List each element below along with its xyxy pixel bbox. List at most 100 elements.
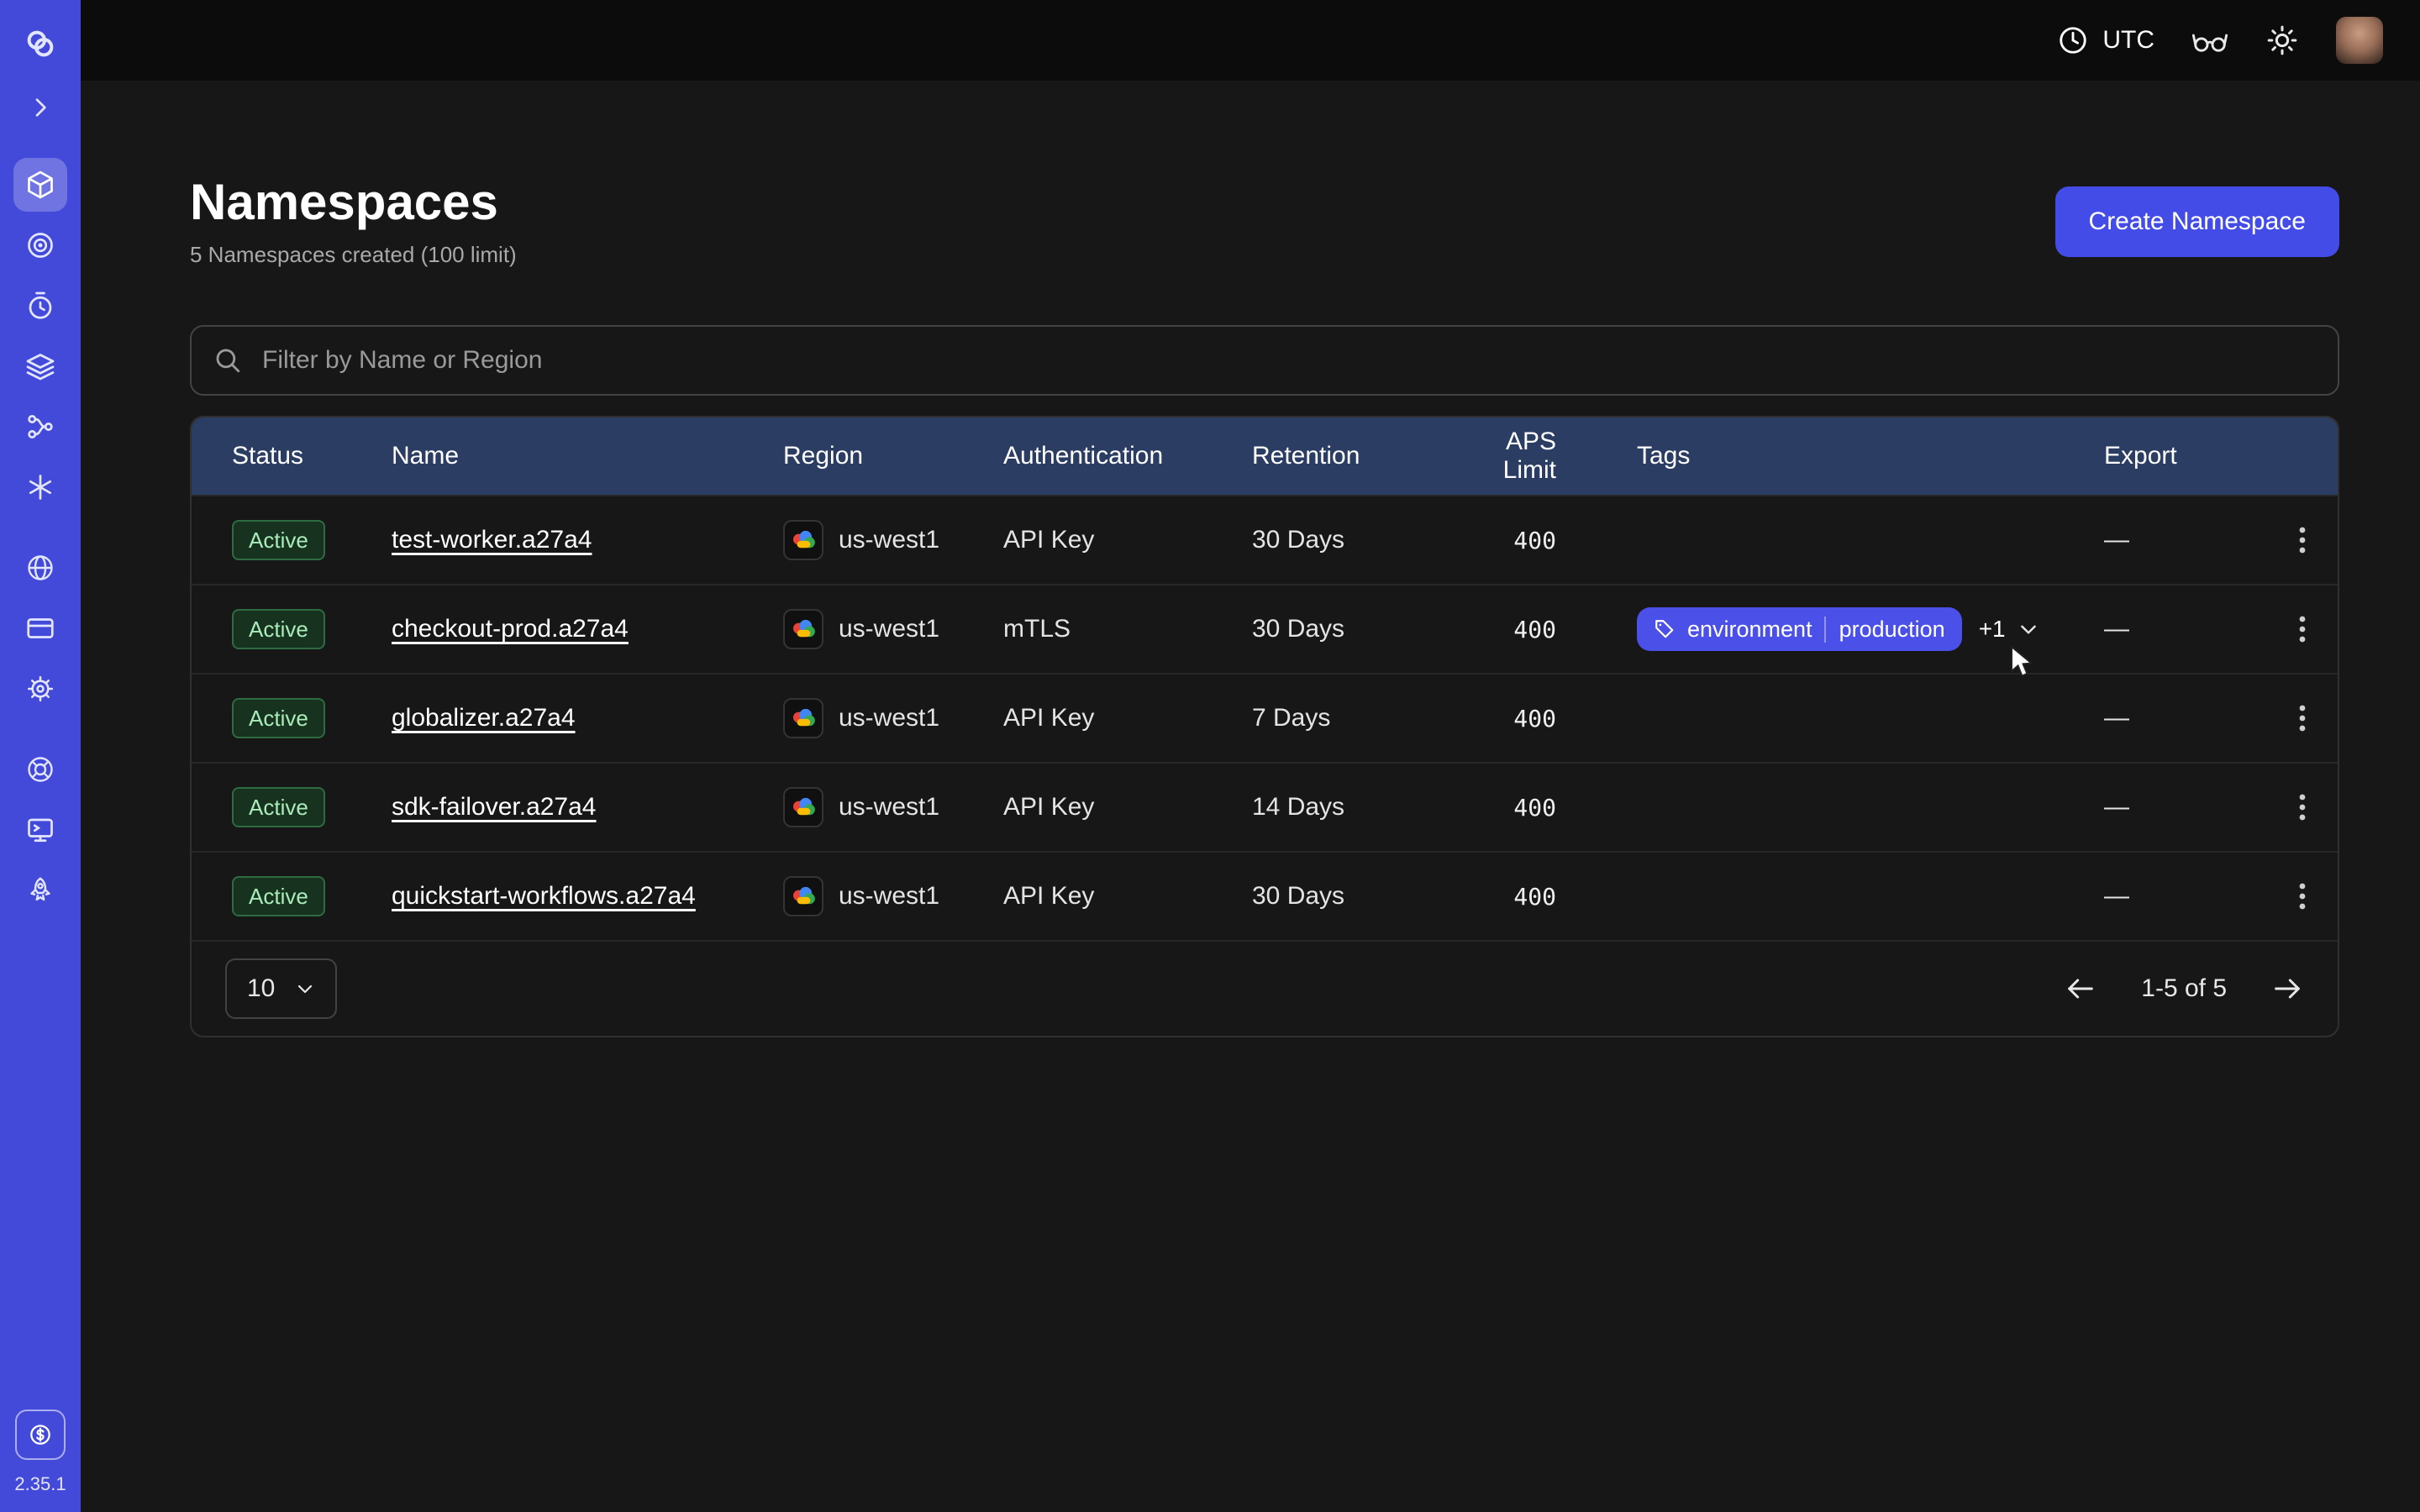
kebab-icon (2299, 527, 2306, 554)
table-row: Active quickstart-workflows.a27a4 us-wes… (192, 851, 2338, 940)
tag-chip[interactable]: environment production (1637, 607, 1962, 651)
tags-expand-button[interactable] (2018, 618, 2039, 640)
avatar[interactable] (2336, 17, 2383, 64)
gcp-icon (783, 520, 823, 560)
header-export: Export (2084, 442, 2267, 470)
topbar: UTC (81, 0, 2420, 81)
theme-toggle[interactable] (2265, 24, 2299, 57)
timezone-selector[interactable]: UTC (2057, 24, 2154, 56)
timer-icon (25, 291, 55, 321)
header-status: Status (192, 442, 392, 470)
gcp-icon (783, 787, 823, 827)
tag-icon (1654, 618, 1676, 640)
arrow-right-icon (2270, 972, 2304, 1005)
sidebar-item-settings[interactable] (13, 662, 67, 716)
namespaces-table: Status Name Region Authentication Retent… (190, 416, 2339, 1037)
gear-icon (25, 674, 55, 704)
sidebar-item-namespaces[interactable] (13, 158, 67, 212)
region-label: us-west1 (839, 615, 939, 643)
gcp-icon (783, 609, 823, 649)
status-badge: Active (232, 787, 325, 828)
search-input[interactable] (259, 344, 2316, 376)
tag-value: production (1824, 617, 1945, 643)
usage-dollar-icon (27, 1420, 54, 1449)
sidebar-item-nexus[interactable] (13, 218, 67, 272)
credit-card-icon (25, 613, 55, 643)
auth-label: mTLS (1003, 615, 1252, 643)
app-root: 2.35.1 UTC Namespaces 5 (0, 0, 2420, 1512)
region-label: us-west1 (839, 793, 939, 822)
row-menu-button[interactable] (2292, 520, 2312, 560)
status-badge: Active (232, 520, 325, 561)
page-size-value: 10 (247, 974, 275, 1003)
page-title: Namespaces (190, 175, 517, 230)
namespace-link[interactable]: globalizer.a27a4 (392, 704, 576, 732)
timezone-label: UTC (2102, 26, 2154, 55)
monitor-icon (25, 815, 55, 845)
sidebar-item-schedules[interactable] (13, 279, 67, 333)
table-row: Active checkout-prod.a27a4 us-west1 mTLS… (192, 584, 2338, 673)
table-row: Active globalizer.a27a4 us-west1 API Key… (192, 673, 2338, 762)
sidebar-item-docs[interactable] (13, 803, 67, 857)
export-value: — (2084, 704, 2267, 732)
namespace-link[interactable]: quickstart-workflows.a27a4 (392, 882, 696, 910)
retention-label: 14 Days (1252, 793, 1449, 822)
sidebar-item-regions[interactable] (13, 541, 67, 595)
table-footer: 10 1-5 of 5 (192, 940, 2338, 1036)
sidebar-item-batch-operations[interactable] (13, 460, 67, 514)
bullseye-icon (25, 230, 55, 260)
asterisk-icon (25, 472, 55, 502)
gcp-icon (783, 876, 823, 916)
aps-limit-value: 400 (1449, 705, 1580, 732)
header-region: Region (783, 442, 1003, 470)
retention-label: 7 Days (1252, 704, 1449, 732)
auth-label: API Key (1003, 793, 1252, 822)
tag-more-count[interactable]: +1 (1979, 616, 2006, 643)
table-row: Active test-worker.a27a4 us-west1 API Ke… (192, 495, 2338, 584)
create-namespace-button[interactable]: Create Namespace (2055, 186, 2339, 257)
tag-key: environment (1687, 617, 1812, 643)
sun-icon (2265, 24, 2299, 57)
labs-toggle[interactable] (2191, 25, 2228, 55)
status-badge: Active (232, 876, 325, 917)
namespace-link[interactable]: test-worker.a27a4 (392, 526, 592, 554)
arrow-left-icon (2064, 972, 2097, 1005)
sidebar-item-workflows[interactable] (13, 400, 67, 454)
chevron-down-icon (295, 979, 315, 999)
row-menu-button[interactable] (2292, 876, 2312, 916)
prev-page-button[interactable] (2064, 972, 2097, 1005)
table-header-row: Status Name Region Authentication Retent… (192, 417, 2338, 495)
status-badge: Active (232, 698, 325, 739)
region-label: us-west1 (839, 526, 939, 554)
row-menu-button[interactable] (2292, 698, 2312, 738)
temporal-logo[interactable] (13, 17, 67, 71)
row-menu-button[interactable] (2292, 787, 2312, 827)
sidebar-collapse-button[interactable] (13, 81, 67, 134)
version-label: 2.35.1 (14, 1473, 66, 1495)
sidebar-nav-help (13, 743, 67, 917)
page-size-select[interactable]: 10 (225, 958, 337, 1019)
namespace-link[interactable]: sdk-failover.a27a4 (392, 793, 597, 821)
auth-label: API Key (1003, 526, 1252, 554)
export-value: — (2084, 615, 2267, 643)
search-icon (213, 346, 242, 375)
sidebar-item-deployments[interactable] (13, 339, 67, 393)
header-aps-limit: APS Limit (1449, 428, 1580, 485)
globe-icon (25, 553, 55, 583)
auth-label: API Key (1003, 704, 1252, 732)
usage-button[interactable] (15, 1410, 66, 1460)
namespace-link[interactable]: checkout-prod.a27a4 (392, 615, 629, 643)
filter-search (190, 325, 2339, 396)
next-page-button[interactable] (2270, 972, 2304, 1005)
sidebar-item-getting-started[interactable] (13, 864, 67, 917)
sidebar-item-billing[interactable] (13, 601, 67, 655)
export-value: — (2084, 526, 2267, 554)
sidebar-item-support[interactable] (13, 743, 67, 796)
table-row: Active sdk-failover.a27a4 us-west1 API K… (192, 762, 2338, 851)
retention-label: 30 Days (1252, 615, 1449, 643)
kebab-icon (2299, 705, 2306, 732)
cube-icon (25, 170, 55, 200)
pagination-range: 1-5 of 5 (2141, 974, 2227, 1003)
export-value: — (2084, 793, 2267, 822)
row-menu-button[interactable] (2292, 609, 2312, 649)
